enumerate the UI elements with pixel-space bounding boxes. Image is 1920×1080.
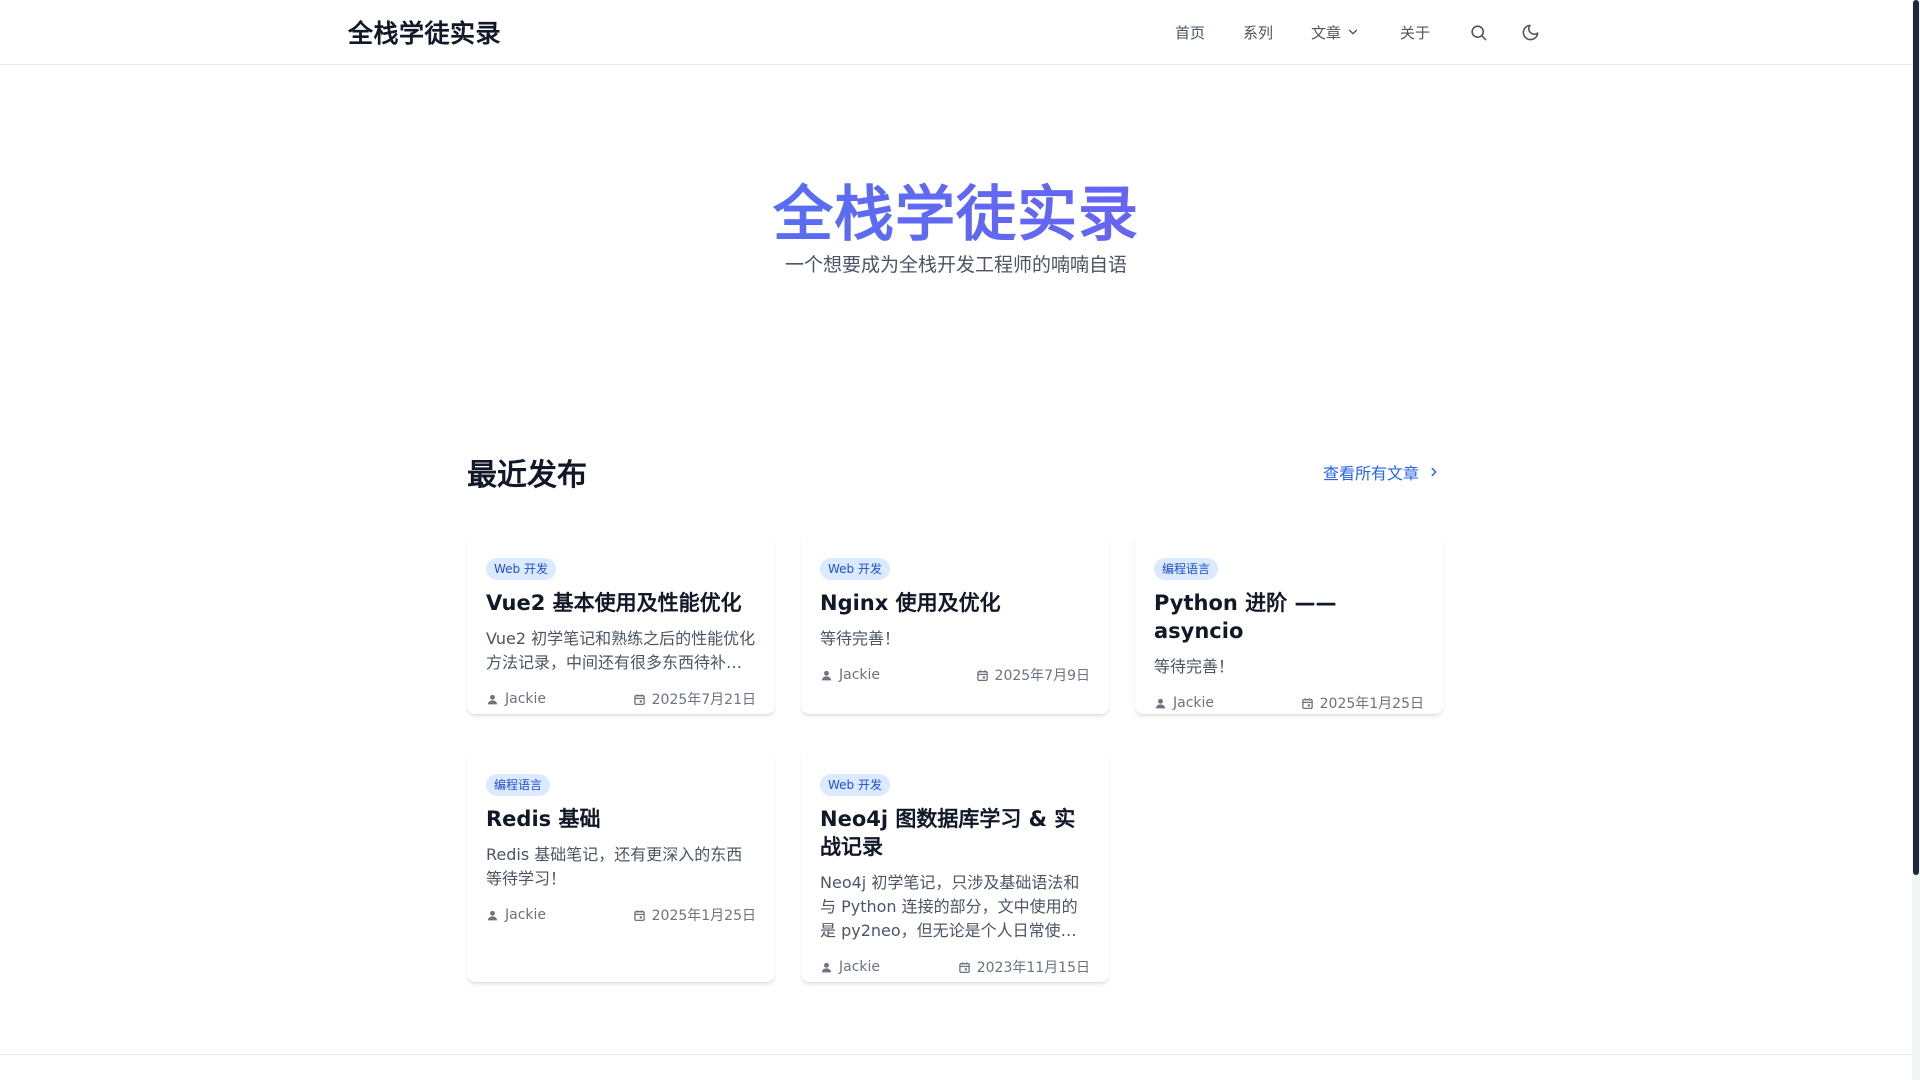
post-date: 2023年11月15日: [958, 957, 1090, 977]
post-author-name: Jackie: [505, 907, 547, 923]
post-date: 2025年1月25日: [1301, 693, 1424, 713]
nav-articles-dropdown[interactable]: 文章: [1311, 22, 1360, 43]
post-meta: Jackie 2025年1月25日: [1154, 693, 1424, 713]
user-icon: [487, 910, 498, 920]
calendar-icon: [633, 693, 645, 705]
calendar-icon: [976, 669, 988, 681]
post-card[interactable]: Web 开发 Nginx 使用及优化 等待完善！ Jackie 2025年7月9…: [801, 534, 1109, 714]
page-scrollbar[interactable]: [1912, 0, 1920, 1080]
post-title[interactable]: Redis 基础: [486, 805, 756, 833]
post-author-name: Jackie: [505, 691, 547, 707]
post-date: 2025年1月25日: [633, 905, 756, 925]
post-author: Jackie: [1154, 695, 1214, 711]
post-description: 等待完善！: [820, 629, 901, 648]
calendar-icon: [1301, 697, 1313, 709]
post-meta: Jackie 2025年1月25日: [486, 905, 756, 925]
view-all-articles-link[interactable]: 查看所有文章: [1323, 460, 1441, 484]
calendar-icon: [958, 961, 970, 973]
scrollbar-thumb[interactable]: [1913, 0, 1919, 875]
post-meta: Jackie 2025年7月21日: [486, 689, 756, 709]
post-card[interactable]: 编程语言 Python 进阶 —— asyncio 等待完善！ Jackie 2…: [1135, 534, 1443, 714]
nav-articles-label: 文章: [1310, 23, 1341, 42]
user-icon: [1155, 698, 1166, 708]
post-card[interactable]: Web 开发 Vue2 基本使用及性能优化 Vue2 初学笔记和熟练之后的性能优…: [467, 534, 775, 714]
post-category-tag[interactable]: 编程语言: [1154, 558, 1219, 580]
section-title-recent: 最近发布: [467, 458, 587, 493]
user-icon: [821, 670, 832, 680]
post-author: Jackie: [486, 907, 546, 923]
footer-divider: [0, 1054, 1912, 1055]
calendar-icon: [633, 909, 645, 921]
post-category-tag[interactable]: Web 开发: [486, 558, 556, 580]
post-description: Redis 基础笔记，还有更深入的东西等待学习！: [486, 845, 743, 888]
post-title[interactable]: Python 进阶 —— asyncio: [1154, 589, 1424, 645]
post-meta: Jackie 2025年7月9日: [820, 665, 1090, 685]
post-category-tag[interactable]: Web 开发: [820, 774, 890, 796]
post-title[interactable]: Nginx 使用及优化: [820, 589, 1090, 617]
hero-subtitle: 一个想要成为全栈开发工程师的喃喃自语: [784, 254, 1127, 276]
post-date-text: 2023年11月15日: [976, 960, 1090, 976]
post-author: Jackie: [820, 959, 880, 975]
site-brand[interactable]: 全栈学徒实录: [348, 14, 501, 50]
view-all-label: 查看所有文章: [1323, 464, 1420, 483]
post-category-tag[interactable]: Web 开发: [820, 558, 890, 580]
post-date-text: 2025年1月25日: [651, 908, 756, 924]
post-date-text: 2025年7月9日: [994, 668, 1090, 684]
post-card[interactable]: Web 开发 Neo4j 图数据库学习 & 实战记录 Neo4j 初学笔记，只涉…: [801, 750, 1109, 982]
post-title[interactable]: Neo4j 图数据库学习 & 实战记录: [820, 805, 1090, 861]
post-author: Jackie: [820, 667, 880, 683]
post-description: 等待完善！: [1154, 657, 1235, 676]
user-icon: [487, 694, 498, 704]
post-date: 2025年7月9日: [976, 665, 1090, 685]
post-date: 2025年7月21日: [633, 689, 756, 709]
nav-about[interactable]: 关于: [1400, 22, 1430, 43]
nav-series[interactable]: 系列: [1243, 22, 1273, 43]
post-date-text: 2025年7月21日: [651, 692, 756, 708]
post-description: Neo4j 初学笔记，只涉及基础语法和与 Python 连接的部分，文中使用的是…: [820, 873, 1080, 940]
post-author-name: Jackie: [839, 667, 881, 683]
post-date-text: 2025年1月25日: [1319, 696, 1424, 712]
post-category-tag[interactable]: 编程语言: [486, 774, 551, 796]
post-author-name: Jackie: [1173, 695, 1215, 711]
post-meta: Jackie 2023年11月15日: [820, 957, 1090, 977]
post-author-name: Jackie: [839, 959, 881, 975]
search-icon[interactable]: [1466, 20, 1490, 44]
hero-title: 全栈学徒实录: [0, 166, 1912, 253]
main-nav: 首页 系列 文章 关于: [1175, 0, 1542, 64]
dark-mode-moon-icon[interactable]: [1518, 20, 1542, 44]
chevron-down-icon: [1346, 25, 1360, 39]
site-header: 全栈学徒实录 首页 系列 文章 关于: [0, 0, 1912, 65]
post-author: Jackie: [486, 691, 546, 707]
post-description: Vue2 初学笔记和熟练之后的性能优化方法记录，中间还有很多东西待补充...: [486, 629, 756, 672]
chevron-right-icon: [1427, 465, 1441, 479]
nav-home[interactable]: 首页: [1175, 22, 1205, 43]
user-icon: [821, 962, 832, 972]
post-title[interactable]: Vue2 基本使用及性能优化: [486, 589, 756, 617]
post-card[interactable]: 编程语言 Redis 基础 Redis 基础笔记，还有更深入的东西等待学习！ J…: [467, 750, 775, 982]
